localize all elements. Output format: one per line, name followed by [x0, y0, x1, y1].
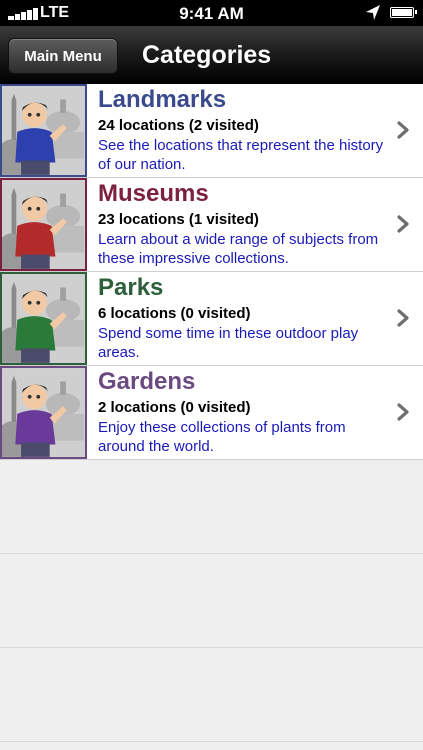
- category-title: Gardens: [98, 368, 196, 395]
- category-list: Landmarks 24 locations (2 visited) See t…: [0, 84, 423, 742]
- location-count: 2 locations (0 visited): [98, 399, 251, 416]
- category-thumbnail: [0, 272, 87, 365]
- main-menu-button[interactable]: Main Menu: [8, 38, 118, 74]
- mascot-illustration-icon: [2, 368, 85, 457]
- navigation-bar: Main Menu Categories: [0, 26, 423, 85]
- chevron-right-icon: [397, 403, 409, 421]
- list-item-landmarks[interactable]: Landmarks 24 locations (2 visited) See t…: [0, 84, 423, 178]
- category-thumbnail: [0, 84, 87, 177]
- mascot-illustration-icon: [2, 180, 85, 269]
- location-count: 24 locations (2 visited): [98, 117, 259, 134]
- location-count: 6 locations (0 visited): [98, 305, 251, 322]
- category-description: Learn about a wide range of subjects fro…: [98, 231, 379, 267]
- row-text: Gardens 2 locations (0 visited) Enjoy th…: [98, 368, 393, 456]
- empty-row: [0, 554, 423, 648]
- empty-row: [0, 648, 423, 742]
- location-arrow-icon: [366, 5, 380, 20]
- mascot-illustration-icon: [2, 86, 85, 175]
- category-thumbnail: [0, 366, 87, 459]
- chevron-right-icon: [397, 309, 409, 327]
- list-item-museums[interactable]: Museums 23 locations (1 visited) Learn a…: [0, 178, 423, 272]
- mascot-illustration-icon: [2, 274, 85, 363]
- category-description: See the locations that represent the his…: [98, 137, 384, 173]
- list-item-gardens[interactable]: Gardens 2 locations (0 visited) Enjoy th…: [0, 366, 423, 460]
- category-title: Landmarks: [98, 86, 227, 113]
- category-title: Parks: [98, 274, 164, 301]
- category-description: Spend some time in these outdoor play ar…: [98, 325, 359, 361]
- status-bar: LTE 9:41 AM: [0, 0, 423, 26]
- category-thumbnail: [0, 178, 87, 271]
- category-title: Museums: [98, 180, 209, 207]
- battery-icon: [390, 7, 417, 18]
- chevron-right-icon: [397, 215, 409, 233]
- row-text: Parks 6 locations (0 visited) Spend some…: [98, 274, 393, 362]
- row-text: Museums 23 locations (1 visited) Learn a…: [98, 180, 393, 268]
- row-text: Landmarks 24 locations (2 visited) See t…: [98, 86, 393, 174]
- category-description: Enjoy these collections of plants from a…: [98, 419, 346, 455]
- list-item-parks[interactable]: Parks 6 locations (0 visited) Spend some…: [0, 272, 423, 366]
- location-count: 23 locations (1 visited): [98, 211, 259, 228]
- page-title: Categories: [142, 40, 272, 69]
- clock: 9:41 AM: [179, 4, 244, 23]
- empty-row: [0, 460, 423, 554]
- chevron-right-icon: [397, 121, 409, 139]
